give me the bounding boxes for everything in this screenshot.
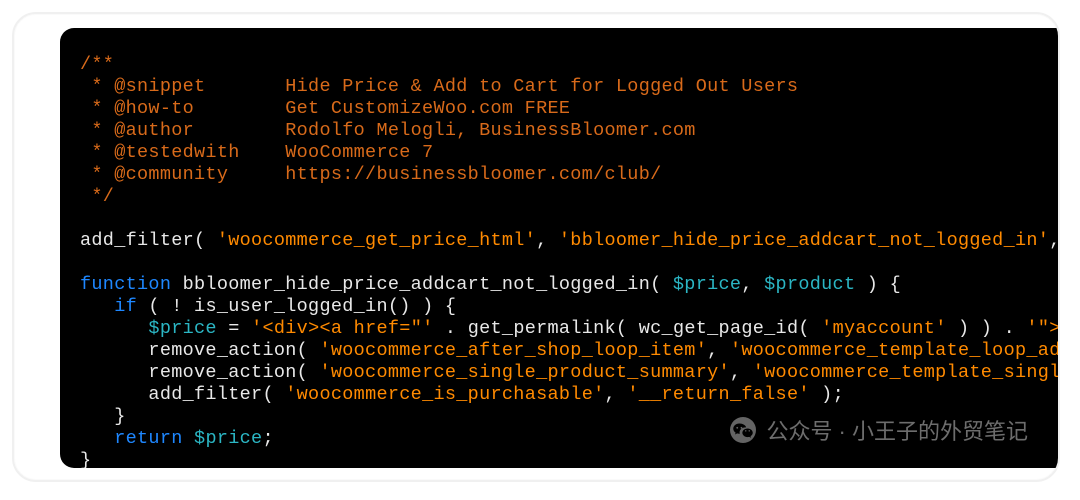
code-panel: /** * @snippet Hide Price & Add to Cart …	[60, 28, 1058, 468]
screenshot-frame: /** * @snippet Hide Price & Add to Cart …	[12, 12, 1060, 482]
wechat-icon	[730, 417, 756, 443]
code-content: /** * @snippet Hide Price & Add to Cart …	[60, 28, 1058, 468]
watermark: 公众号 · 小王子的外贸笔记	[730, 414, 1028, 446]
watermark-text: 公众号 · 小王子的外贸笔记	[766, 414, 1028, 446]
